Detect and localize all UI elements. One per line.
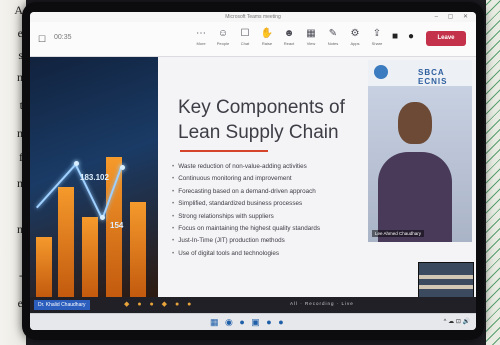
- toolbar-people-button[interactable]: ☺ People: [212, 27, 234, 53]
- bullet-item: • Continuous monitoring and improvement: [172, 175, 292, 183]
- toolbar-label: Apps: [350, 41, 360, 46]
- windows-taskbar: ▦ ◉ ● ▣ ● ● ^ ☁ ⊡ 🔊: [30, 313, 476, 330]
- organization-logo-icon: [374, 65, 388, 79]
- toolbar-label: Raise: [261, 41, 273, 46]
- bullet-item: • Focus on maintaining the highest qualit…: [172, 224, 320, 232]
- graphic-bar: [58, 187, 74, 297]
- toolbar-chat-button[interactable]: ☐ Chat: [234, 27, 256, 53]
- toolbar-view-button[interactable]: ▦ View: [300, 27, 322, 53]
- bullet-item: • Just-In-Time (JIT) production methods: [172, 237, 285, 245]
- graphic-point: [74, 161, 79, 166]
- chat-icon: ☐: [240, 28, 250, 39]
- toolbar-label: Share: [371, 41, 383, 46]
- toolbar-label: React: [283, 41, 295, 46]
- presenter-name-tag[interactable]: Dr. Khalid Chaudhary: [34, 300, 90, 310]
- toolbar-apps-button[interactable]: ⚙ Apps: [344, 27, 366, 53]
- video-backdrop-banner: SBCA ECNIS: [368, 60, 472, 86]
- gear-icon: ⚙: [350, 28, 360, 39]
- toolbar-notes-button[interactable]: ✎ Notes: [322, 27, 344, 53]
- window-titlebar: Microsoft Teams meeting – ▢ ✕: [30, 12, 476, 22]
- graphic-bar: [82, 217, 98, 297]
- participant-name-label: Lee Ahmed Chaudhary: [372, 230, 425, 237]
- presenter-head: [398, 102, 432, 144]
- taskbar-app-icons[interactable]: ▦ ◉ ● ▣ ● ●: [210, 317, 286, 328]
- toolbar-label: More: [196, 41, 206, 46]
- leave-button[interactable]: Leave: [426, 31, 466, 46]
- grid-icon: ▦: [306, 28, 316, 39]
- window-controls[interactable]: – ▢ ✕: [435, 12, 472, 22]
- meeting-timer: 00:35: [54, 34, 72, 41]
- presenter-body: [378, 152, 452, 242]
- toolbar-raise-hand-button[interactable]: ✋ Raise: [256, 27, 278, 53]
- toolbar-label: People: [216, 41, 230, 46]
- presenter-bar: Dr. Khalid Chaudhary ◆ ● ● ◆ ● ● All · R…: [30, 297, 476, 313]
- graphic-bar: [130, 202, 146, 297]
- banner-brand-text: SBCA ECNIS: [418, 68, 448, 86]
- toolbar-label: View: [306, 41, 316, 46]
- thumbnail-row: [419, 285, 473, 289]
- graphic-point: [100, 215, 105, 220]
- bullet-item: • Simplified, standardized business proce…: [172, 200, 303, 208]
- slide-title-line: Key Components of: [178, 97, 345, 118]
- graphic-label: 154: [110, 221, 124, 230]
- toolbar-more-button[interactable]: ⋯ More: [190, 27, 212, 53]
- pencil-icon: ✎: [328, 28, 338, 39]
- thumbnail-row: [419, 275, 473, 279]
- bullet-item: • Strong relationships with suppliers: [172, 212, 274, 220]
- bullet-item: • Forecasting based on a demand-driven ap…: [172, 187, 316, 195]
- more-icon: ⋯: [196, 28, 206, 39]
- participant-thumbnail[interactable]: [418, 262, 474, 298]
- slide-chart-graphic: 183.102 154: [30, 57, 158, 297]
- meeting-toolbar: ☐ 00:35 ⋯ More ☺ People ☐ Chat ✋ Raise ☻…: [30, 22, 476, 57]
- meeting-window: Microsoft Teams meeting – ▢ ✕ ☐ 00:35 ⋯ …: [30, 12, 476, 330]
- graphic-bar: [36, 237, 52, 297]
- chat-bubble-icon[interactable]: ☐: [38, 34, 46, 45]
- mic-icon[interactable]: ●: [408, 31, 414, 42]
- toolbar-share-button[interactable]: ⇪ Share: [366, 27, 388, 53]
- meeting-status-text: All · Recording · Live: [290, 301, 354, 306]
- toolbar-react-button[interactable]: ☻ React: [278, 27, 300, 53]
- slide-bullet-list: • Waste reduction of non-value-adding act…: [172, 161, 372, 260]
- toolbar-label: Notes: [327, 41, 339, 46]
- bullet-item: • Use of digital tools and technologies: [172, 249, 280, 257]
- system-tray-icons[interactable]: ^ ☁ ⊡ 🔊: [444, 318, 470, 325]
- presenter-video-tile[interactable]: SBCA ECNIS Lee Ahmed Chaudhary: [368, 60, 472, 242]
- camera-icon[interactable]: ■: [392, 31, 398, 42]
- people-icon: ☺: [217, 28, 229, 39]
- bullet-item: • Waste reduction of non-value-adding act…: [172, 163, 307, 170]
- graphic-trend-line: [74, 163, 103, 218]
- background-pattern: [486, 0, 500, 345]
- graphic-label: 183.102: [80, 173, 109, 182]
- graphic-point: [120, 165, 125, 170]
- hand-icon: ✋: [260, 28, 274, 39]
- smiley-icon: ☻: [283, 28, 295, 39]
- share-icon: ⇪: [372, 28, 382, 39]
- title-underline: [180, 150, 268, 152]
- slide-title: Key Components of Lean Supply Chain: [178, 95, 378, 145]
- slide-title-line: Lean Supply Chain: [178, 122, 339, 143]
- window-title: Microsoft Teams meeting: [225, 14, 281, 20]
- reaction-icons[interactable]: ◆ ● ● ◆ ● ●: [124, 300, 194, 308]
- toolbar-label: Chat: [240, 41, 250, 46]
